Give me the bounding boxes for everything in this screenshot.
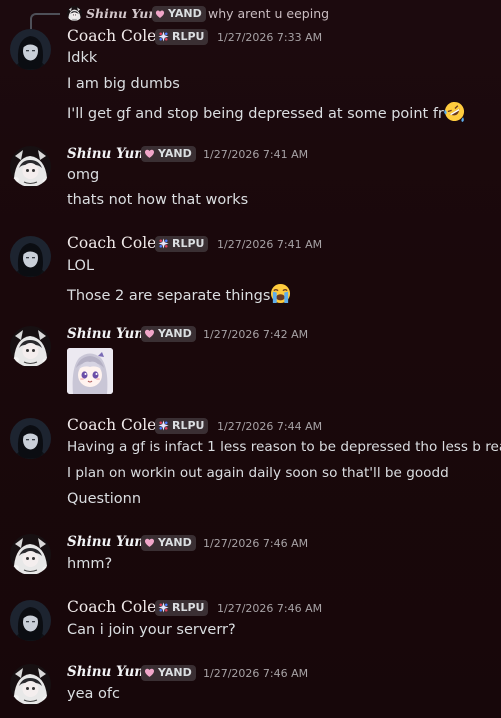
message-text: Can i join your serverr?	[67, 622, 236, 638]
avatar[interactable]	[10, 29, 51, 70]
server-tag: RLPU	[155, 29, 209, 45]
reply-author-tag: YAND	[152, 6, 206, 22]
message-text: omg	[67, 167, 100, 183]
server-tag: YAND	[141, 665, 196, 681]
rlpu-tag-icon	[158, 31, 169, 42]
timestamp: 1/27/2026 7:46 AM	[217, 602, 323, 615]
timestamp: 1/27/2026 7:41 AM	[217, 238, 323, 251]
heart-icon	[144, 328, 155, 339]
heart-icon	[144, 148, 155, 159]
avatar[interactable]	[10, 146, 51, 187]
message-text: I'll get gf and stop being depressed at …	[67, 101, 465, 122]
rlpu-tag-icon	[158, 602, 169, 613]
message-text: hmm?	[67, 556, 113, 572]
avatar[interactable]	[10, 326, 51, 367]
heart-icon	[144, 667, 155, 678]
reply-preview[interactable]: Shinu Yume YAND why arent u eeping	[0, 0, 501, 29]
timestamp: 1/27/2026 7:33 AM	[217, 31, 323, 44]
reply-avatar	[67, 6, 82, 21]
author-name[interactable]: Coach Cole	[67, 416, 156, 434]
rlpu-tag-icon	[158, 420, 169, 431]
author-name[interactable]: Coach Cole	[67, 27, 156, 45]
reply-connector	[30, 13, 60, 29]
server-tag: RLPU	[155, 418, 209, 434]
timestamp: 1/27/2026 7:44 AM	[217, 420, 323, 433]
timestamp: 1/27/2026 7:41 AM	[203, 148, 309, 161]
rlpu-tag-icon	[158, 238, 169, 249]
message-text: I am big dumbs	[67, 76, 180, 92]
server-tag: YAND	[141, 535, 196, 551]
author-name[interactable]: Coach Cole	[67, 598, 156, 616]
message-text: Idkk	[67, 50, 98, 66]
timestamp: 1/27/2026 7:46 AM	[203, 667, 309, 680]
message-text: Having a gf is infact 1 less reason to b…	[67, 439, 501, 455]
rolling-on-floor-laughing-emoji[interactable]	[444, 101, 465, 122]
heart-icon	[144, 537, 155, 548]
server-tag: RLPU	[155, 236, 209, 252]
timestamp: 1/27/2026 7:42 AM	[203, 328, 309, 341]
server-tag: YAND	[141, 326, 196, 342]
reply-text[interactable]: why arent u eeping	[208, 6, 329, 21]
author-name[interactable]: Coach Cole	[67, 234, 156, 252]
message-text-content: Those 2 are separate things	[67, 288, 271, 304]
heart-icon	[155, 9, 165, 19]
message-text: yea ofc	[67, 686, 120, 702]
message-text: Questionn	[67, 491, 142, 507]
message-text: I plan on workin out again daily soon so…	[67, 465, 449, 481]
avatar[interactable]	[10, 664, 51, 705]
anime-character-image[interactable]	[67, 348, 113, 394]
loudly-crying-face-emoji[interactable]	[270, 283, 291, 304]
message-text: thats not how that works	[67, 192, 249, 208]
avatar[interactable]	[10, 418, 51, 459]
timestamp: 1/27/2026 7:46 AM	[203, 537, 309, 550]
server-tag: RLPU	[155, 600, 209, 616]
message-text: Those 2 are separate things	[67, 283, 291, 304]
server-tag: YAND	[141, 146, 196, 162]
message-text-content: I'll get gf and stop being depressed at …	[67, 106, 444, 122]
avatar[interactable]	[10, 600, 51, 641]
avatar[interactable]	[10, 534, 51, 575]
message-text: LOL	[67, 258, 95, 274]
avatar[interactable]	[10, 236, 51, 277]
